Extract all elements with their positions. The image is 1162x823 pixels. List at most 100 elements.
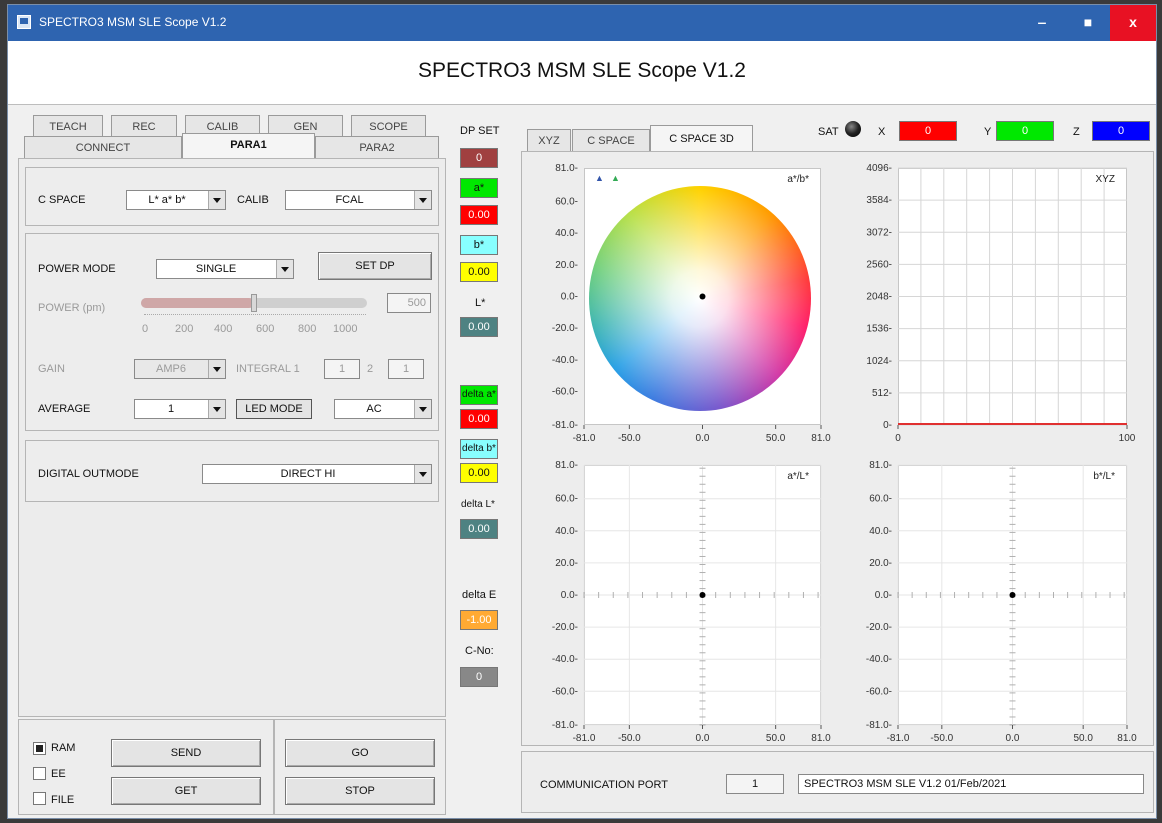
y-tick-label: 81.0-	[555, 460, 578, 471]
y-label: Y	[984, 126, 992, 138]
title-bar: SPECTRO3 MSM SLE Scope V1.2 ‒ ■ x	[8, 5, 1156, 41]
integral-1-field[interactable]: 1	[324, 359, 360, 379]
power-scale-600: 600	[256, 323, 275, 335]
chart-title: a*/L*	[787, 471, 809, 482]
y-tick-label: -20.0-	[552, 323, 578, 334]
get-button[interactable]: GET	[111, 777, 261, 805]
power-value-field[interactable]: 500	[387, 293, 431, 313]
a-value: 0.00	[460, 205, 498, 225]
digital-outmode-label: DIGITAL OUTMODE	[38, 468, 139, 480]
y-tick-label: 0.0-	[561, 292, 578, 303]
y-tick-label: 512-	[872, 388, 892, 399]
data-point	[699, 293, 706, 300]
tab-connect[interactable]: CONNECT	[24, 136, 182, 158]
delta-b-label-box: delta b*	[460, 439, 498, 459]
x-tick-label: -81.0	[573, 433, 596, 444]
x-tick-label: 100	[1119, 433, 1136, 444]
window-title: SPECTRO3 MSM SLE Scope V1.2	[39, 15, 227, 29]
y-tick-label: -40.0-	[552, 654, 578, 665]
maximize-button[interactable]: ■	[1065, 5, 1111, 41]
y-value: 0	[996, 121, 1054, 141]
average-dropdown[interactable]: 1	[134, 399, 226, 419]
send-button[interactable]: SEND	[111, 739, 261, 767]
c-no-label: C-No:	[465, 645, 494, 657]
calib-value: FCAL	[335, 194, 364, 206]
chart-svg-0: 81.0- 60.0- 40.0- 20.0- 0.0- -20.0- -40.0- -60.…	[552, 163, 831, 444]
y-tick-label: -81.0-	[552, 420, 578, 431]
y-tick-label: 60.0-	[869, 494, 892, 505]
y-tick-label: -20.0-	[866, 622, 892, 633]
y-tick-label: 1536-	[866, 324, 892, 335]
calib-dropdown[interactable]: FCAL	[285, 190, 432, 210]
delta-a-value: 0.00	[460, 409, 498, 429]
gain-dropdown[interactable]: AMP6	[134, 359, 226, 379]
x-tick-label: -50.0	[930, 733, 953, 744]
y-tick-label: 1024-	[866, 356, 892, 367]
chevron-down-icon	[208, 191, 225, 209]
ram-checkbox[interactable]	[33, 742, 46, 755]
ab-chart: ▲ ▲ 81.0- 60.0- 40.0- 20.0- 0.0- -20.0- -40.0-…	[521, 153, 831, 445]
chevron-down-icon	[208, 360, 225, 378]
delta-l-label: delta L*	[461, 499, 495, 510]
delta-l-value: 0.00	[460, 519, 498, 539]
ram-label: RAM	[51, 742, 76, 754]
tab-para1[interactable]: PARA1	[182, 133, 315, 159]
tab-xyz[interactable]: XYZ	[527, 129, 571, 151]
led-mode-label: LED MODE	[236, 399, 312, 419]
power-mode-dropdown[interactable]: SINGLE	[156, 259, 294, 279]
power-slider-thumb[interactable]	[251, 294, 257, 312]
comm-info-field: SPECTRO3 MSM SLE V1.2 01/Feb/2021	[798, 774, 1144, 794]
power-scale-800: 800	[298, 323, 317, 335]
integral-2-label: 2	[367, 363, 374, 375]
integral-2-field[interactable]: 1	[388, 359, 424, 379]
digital-outmode-dropdown[interactable]: DIRECT HI	[202, 464, 432, 484]
minimize-button[interactable]: ‒	[1019, 5, 1065, 41]
tab-c-space[interactable]: C SPACE	[572, 129, 650, 151]
power-scale-0: 0	[142, 323, 149, 335]
power-slider-fill	[141, 298, 254, 308]
a-label-box: a*	[460, 178, 498, 198]
tab-c-space-3d[interactable]: C SPACE 3D	[650, 125, 753, 152]
x-tick-label: -50.0	[618, 733, 641, 744]
chart-title: a*/b*	[787, 174, 809, 185]
chevron-down-icon	[276, 260, 293, 278]
y-tick-label: 40.0-	[555, 526, 578, 537]
al-chart: 81.0- 60.0- 40.0- 20.0- 0.0- -20.0- -40.0- -60.…	[521, 452, 831, 746]
go-button[interactable]: GO	[285, 739, 435, 767]
y-tick-label: 60.0-	[555, 494, 578, 505]
tab-teach[interactable]: TEACH	[33, 115, 103, 137]
y-tick-label: 60.0-	[555, 196, 578, 207]
delta-e-label: delta E	[462, 589, 497, 601]
led-mode-dropdown[interactable]: AC	[334, 399, 432, 419]
comm-port-field[interactable]: 1	[726, 774, 784, 794]
y-tick-label: 40.0-	[869, 526, 892, 537]
y-tick-label: 81.0-	[869, 460, 892, 471]
integral-label: INTEGRAL 1	[236, 363, 300, 375]
ee-checkbox[interactable]	[33, 767, 46, 780]
communication-group: COMMUNICATION PORT 1 SPECTRO3 MSM SLE V1…	[521, 751, 1154, 813]
x-tick-label: -50.0	[618, 433, 641, 444]
y-tick-label: 2048-	[866, 292, 892, 303]
tab-rec[interactable]: REC	[111, 115, 177, 137]
x-label: X	[878, 126, 886, 138]
close-button[interactable]: x	[1110, 5, 1156, 41]
x-tick-label: -81.0	[887, 733, 910, 744]
delta-a-label-box: delta a*	[460, 385, 498, 405]
tab-para2[interactable]: PARA2	[315, 136, 439, 158]
power-scale-ticks	[144, 314, 366, 318]
c-no-value: 0	[460, 667, 498, 687]
tab-scope[interactable]: SCOPE	[351, 115, 426, 137]
power-group: POWER MODE SINGLE SET DP POWER (pm) 0 20…	[25, 233, 439, 431]
calib-label: CALIB	[237, 194, 269, 206]
cspace-dropdown[interactable]: L* a* b*	[126, 190, 226, 210]
stop-button[interactable]: STOP	[285, 777, 435, 805]
delta-e-value: -1.00	[460, 610, 498, 630]
y-tick-label: -40.0-	[552, 355, 578, 366]
file-checkbox[interactable]	[33, 792, 46, 805]
b-value: 0.00	[460, 262, 498, 282]
set-dp-button[interactable]: SET DP	[318, 252, 432, 280]
y-tick-label: 3584-	[866, 195, 892, 206]
y-tick-label: 0.0-	[561, 590, 578, 601]
led-mode-value: AC	[366, 403, 382, 415]
y-tick-label: 3072-	[866, 227, 892, 238]
